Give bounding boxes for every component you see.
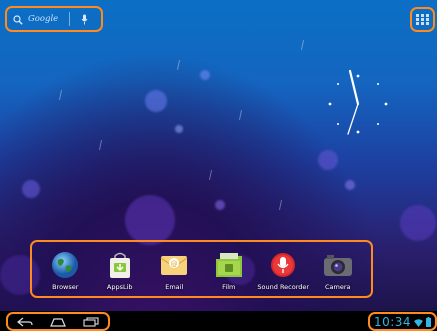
envelope-icon: @ bbox=[159, 250, 189, 280]
back-icon bbox=[16, 317, 33, 327]
app-label: Camera bbox=[324, 283, 351, 291]
app-dock: Browser AppsLib @ Email Film Sound Recor… bbox=[30, 240, 373, 298]
app-film[interactable]: Film bbox=[203, 250, 255, 291]
app-label: Sound Recorder bbox=[257, 283, 310, 291]
home-icon bbox=[50, 318, 66, 327]
app-label: Email bbox=[165, 283, 184, 291]
app-email[interactable]: @ Email bbox=[148, 250, 200, 291]
search-label[interactable]: Google bbox=[28, 14, 58, 24]
back-button[interactable] bbox=[16, 312, 33, 331]
recent-apps-icon bbox=[83, 317, 99, 327]
microphone-icon bbox=[268, 250, 298, 280]
app-appslib[interactable]: AppsLib bbox=[94, 250, 146, 291]
globe-icon bbox=[50, 250, 80, 280]
app-sound-recorder[interactable]: Sound Recorder bbox=[257, 250, 309, 291]
status-area[interactable]: 10:34 bbox=[368, 312, 437, 331]
all-apps-button[interactable] bbox=[410, 7, 435, 32]
clock-time: 10:34 bbox=[373, 314, 412, 329]
app-label: Browser bbox=[52, 283, 79, 291]
grid-icon bbox=[416, 10, 429, 29]
app-label: AppsLib bbox=[106, 283, 133, 291]
shopping-bag-icon bbox=[105, 250, 135, 280]
search-icon[interactable] bbox=[13, 10, 23, 29]
home-button[interactable] bbox=[50, 312, 66, 331]
svg-text:@: @ bbox=[171, 260, 178, 268]
battery-icon bbox=[426, 312, 432, 331]
search-divider bbox=[69, 12, 71, 26]
wifi-icon bbox=[414, 312, 424, 331]
microphone-icon[interactable] bbox=[81, 10, 88, 29]
analog-clock-widget[interactable] bbox=[322, 68, 394, 140]
recent-apps-button[interactable] bbox=[83, 312, 99, 331]
navigation-buttons bbox=[6, 312, 110, 331]
app-browser[interactable]: Browser bbox=[39, 250, 91, 291]
app-camera[interactable]: Camera bbox=[312, 250, 364, 291]
folder-film-icon bbox=[214, 250, 244, 280]
app-label: Film bbox=[222, 283, 236, 291]
search-bar[interactable]: Google bbox=[5, 6, 103, 32]
camera-icon bbox=[323, 250, 353, 280]
